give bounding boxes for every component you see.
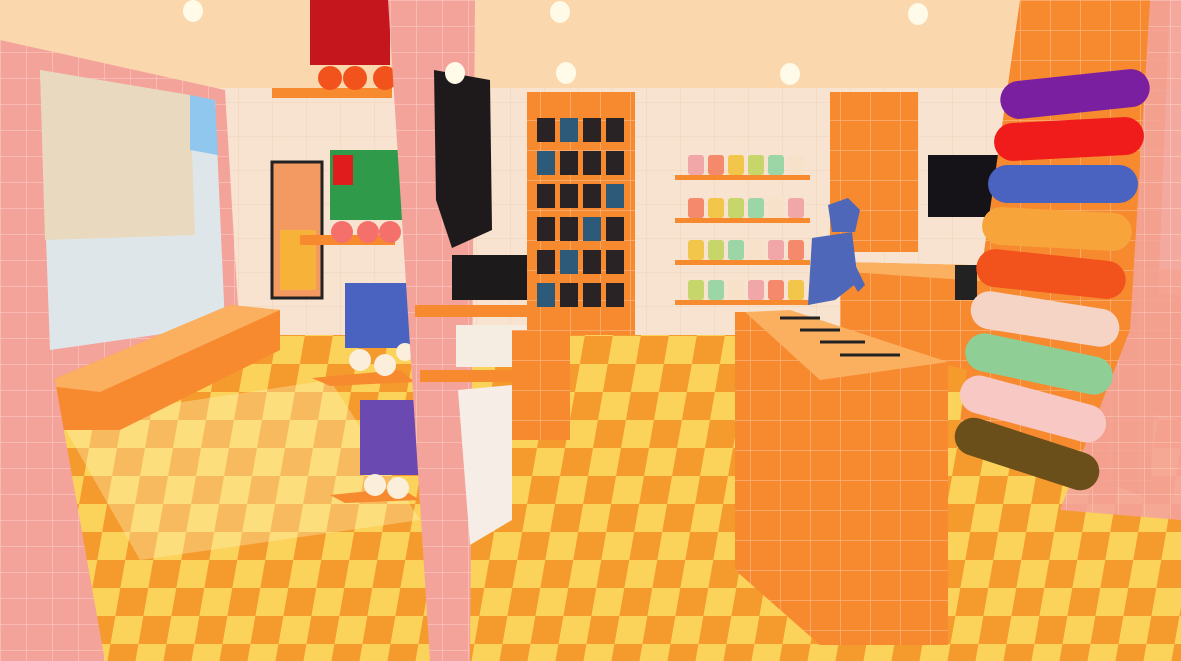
shelf-item bbox=[748, 198, 764, 218]
sock-box bbox=[560, 283, 578, 307]
ceiling-light bbox=[445, 62, 465, 84]
shelf-item bbox=[688, 198, 704, 218]
shoe-box-red bbox=[310, 0, 390, 65]
shelf-item bbox=[788, 155, 804, 175]
sock-box bbox=[537, 250, 555, 274]
ceiling-light bbox=[556, 62, 576, 84]
shelf-item bbox=[768, 280, 784, 300]
ceiling-light bbox=[780, 63, 800, 85]
folded-shirts-black bbox=[452, 255, 532, 300]
sock-box bbox=[537, 151, 555, 175]
ceiling-light bbox=[908, 3, 928, 25]
sock-box bbox=[583, 118, 601, 142]
sock-box bbox=[537, 283, 555, 307]
shelf-item bbox=[788, 240, 804, 260]
sock-box bbox=[583, 151, 601, 175]
skate-blue bbox=[345, 283, 415, 348]
sock-box bbox=[560, 217, 578, 241]
sock-box bbox=[606, 250, 624, 274]
skate-purple bbox=[360, 400, 420, 475]
shelf-item bbox=[728, 280, 744, 300]
sock-box bbox=[606, 184, 624, 208]
sock-box bbox=[537, 118, 555, 142]
shelf bbox=[675, 300, 810, 305]
game-viewport[interactable] bbox=[0, 0, 1181, 661]
shelf-item bbox=[708, 240, 724, 260]
shelf-item bbox=[728, 240, 744, 260]
shelf-item bbox=[768, 155, 784, 175]
wheels-red bbox=[318, 66, 397, 90]
display-table bbox=[512, 330, 570, 440]
shelf-item bbox=[768, 240, 784, 260]
shelf-item bbox=[728, 155, 744, 175]
shelf-item bbox=[708, 198, 724, 218]
sock-box bbox=[606, 118, 624, 142]
skateboard bbox=[994, 117, 1144, 161]
skateboard bbox=[988, 165, 1138, 203]
sock-box bbox=[560, 184, 578, 208]
wheels-pink bbox=[331, 221, 401, 243]
shelf bbox=[415, 305, 540, 317]
shelf-item bbox=[748, 240, 764, 260]
shelf bbox=[675, 260, 810, 265]
sock-box bbox=[606, 283, 624, 307]
shelf-item bbox=[688, 155, 704, 175]
street-building bbox=[40, 70, 195, 240]
sock-box bbox=[560, 151, 578, 175]
shelf-item bbox=[728, 198, 744, 218]
sock-box bbox=[583, 250, 601, 274]
sock-box bbox=[560, 250, 578, 274]
shelf-item bbox=[688, 280, 704, 300]
shop-scene bbox=[0, 0, 1181, 661]
shelf bbox=[675, 175, 810, 180]
shelf bbox=[675, 218, 810, 223]
ceiling-light bbox=[183, 0, 203, 22]
sock-box bbox=[537, 184, 555, 208]
shelf-item bbox=[688, 240, 704, 260]
sock-box bbox=[606, 151, 624, 175]
sock-box bbox=[583, 217, 601, 241]
shelf-item bbox=[708, 280, 724, 300]
shelf-item bbox=[788, 280, 804, 300]
sock-box bbox=[560, 118, 578, 142]
cash-register bbox=[955, 265, 977, 300]
sock-box bbox=[583, 283, 601, 307]
skate-red-box bbox=[333, 155, 353, 185]
sock-box bbox=[606, 217, 624, 241]
shelf-item bbox=[748, 280, 764, 300]
sock-box bbox=[537, 217, 555, 241]
shelf-item bbox=[788, 198, 804, 218]
shelf-item bbox=[748, 155, 764, 175]
shelf-item bbox=[768, 198, 784, 218]
sock-box bbox=[583, 184, 601, 208]
skateboard bbox=[982, 207, 1132, 251]
ceiling-light bbox=[550, 1, 570, 23]
shelf-item bbox=[708, 155, 724, 175]
sky bbox=[190, 95, 218, 155]
